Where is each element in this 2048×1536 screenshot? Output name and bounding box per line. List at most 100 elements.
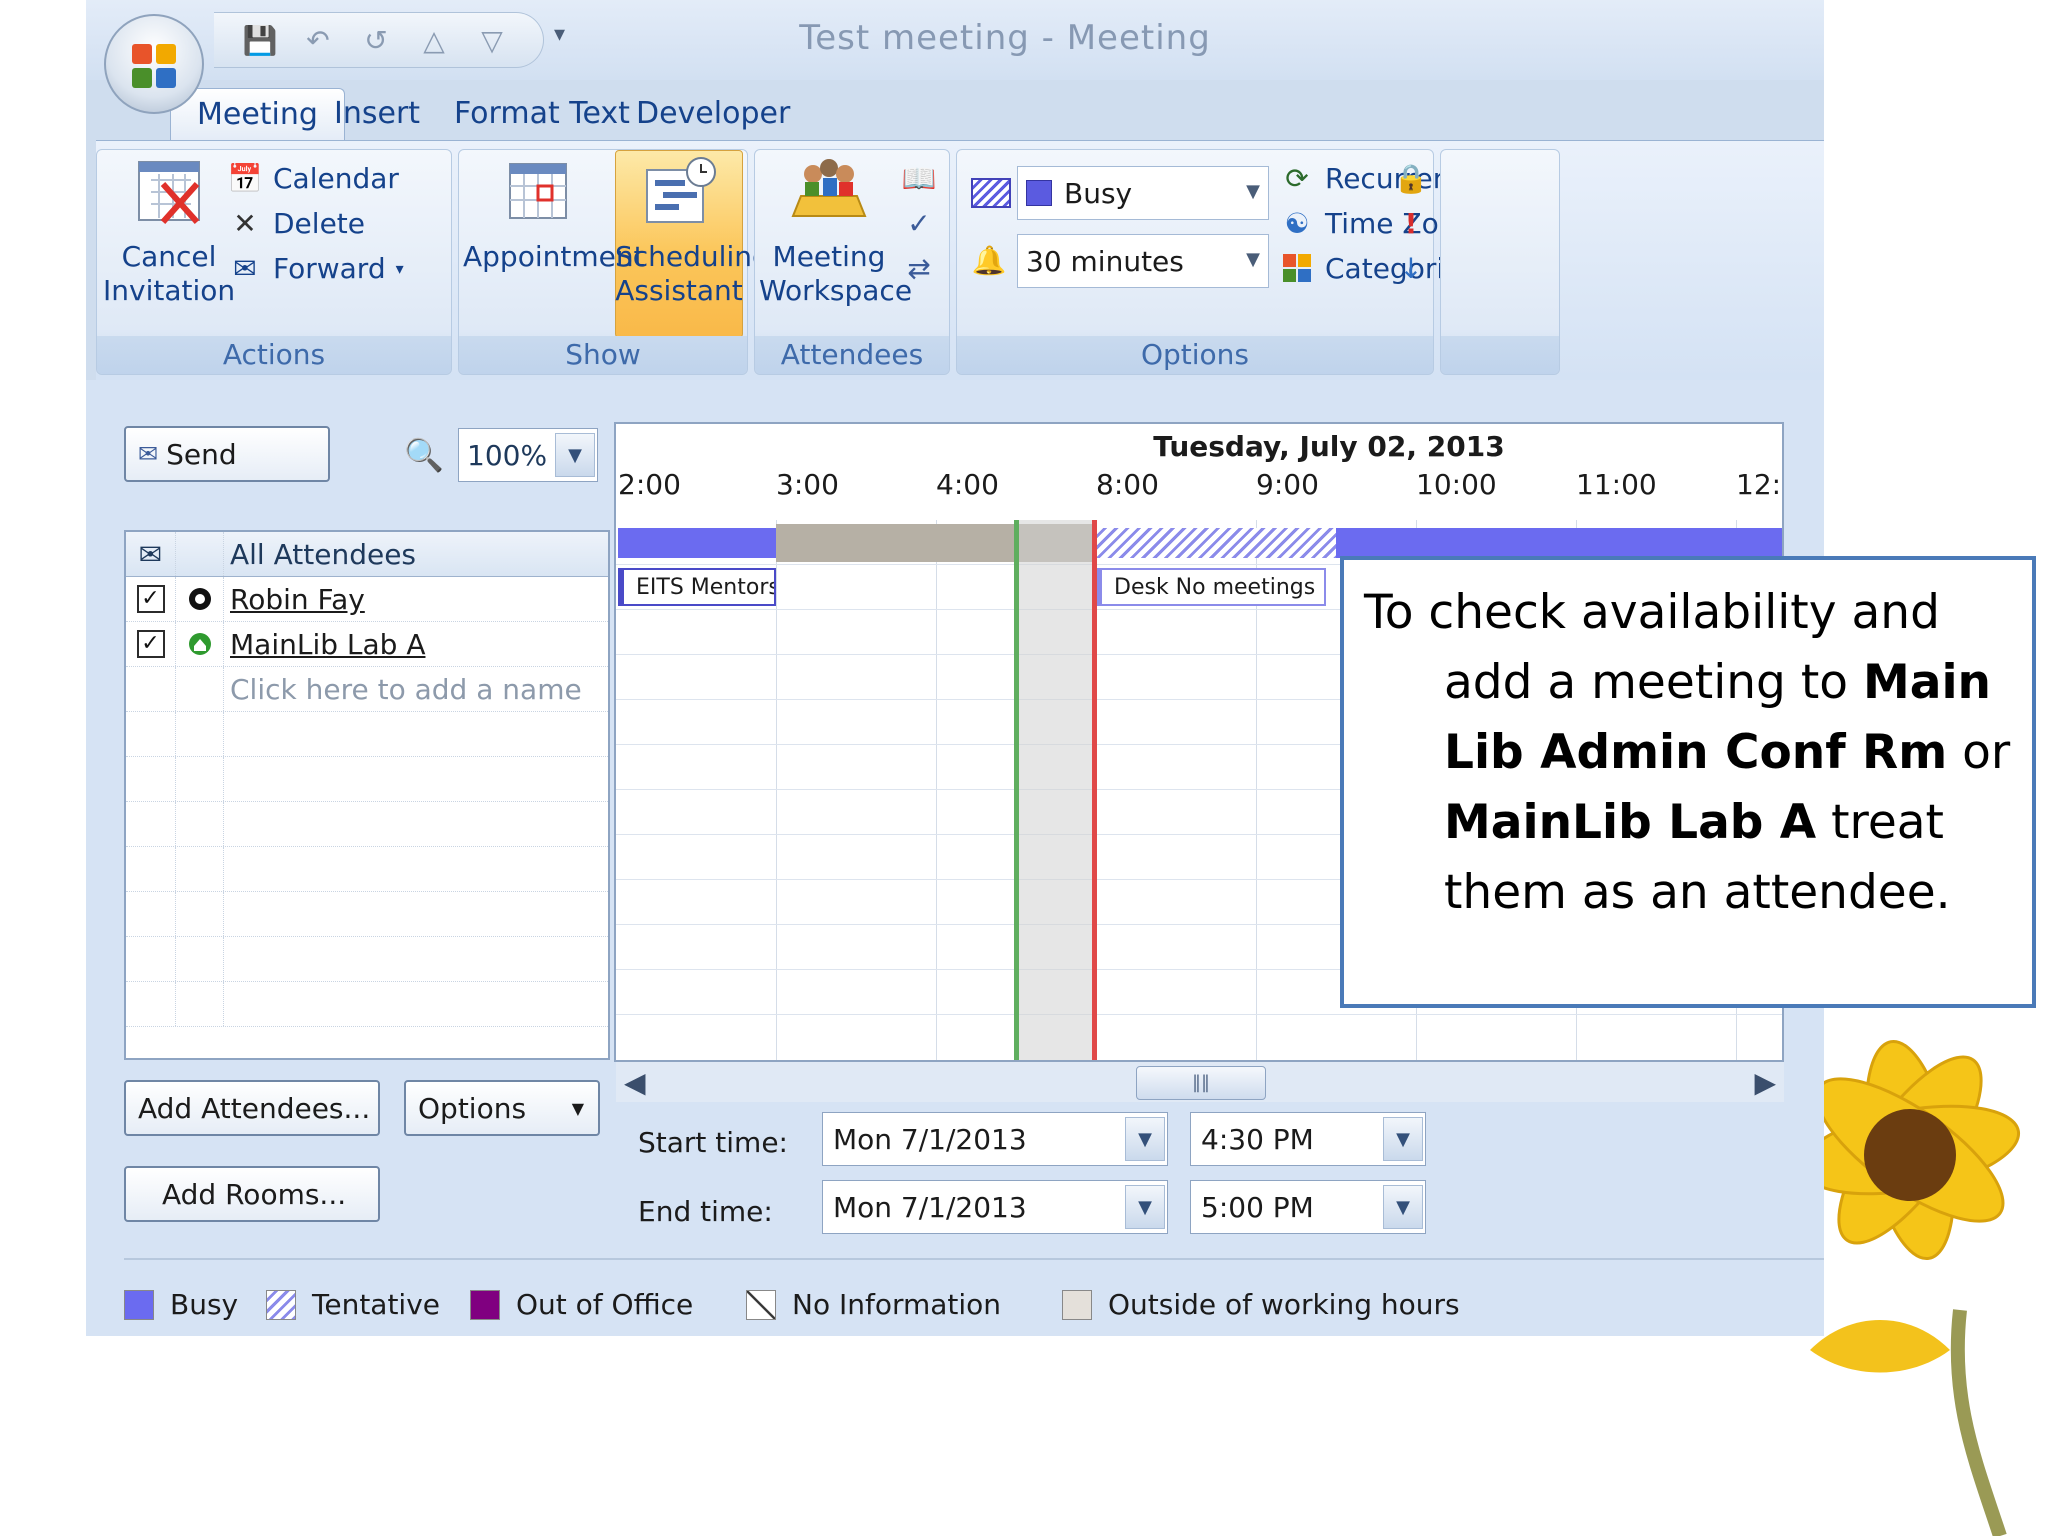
title-bar: 💾 ↶ ↺ △ ▽ ▾ Test meeting - Meeting bbox=[86, 0, 1824, 80]
resource-icon bbox=[176, 622, 224, 666]
chevron-down-icon: ▼ bbox=[571, 1098, 584, 1118]
callout-box: To check availability and add a meeting … bbox=[1340, 556, 2036, 1008]
chevron-down-icon[interactable]: ▼ bbox=[1383, 1117, 1423, 1161]
add-attendees-button[interactable]: Add Attendees... bbox=[124, 1080, 380, 1136]
row-line bbox=[616, 1014, 1782, 1015]
scroll-right-icon[interactable]: ▶ bbox=[1754, 1066, 1776, 1099]
check-names-icon[interactable]: ✓ bbox=[901, 205, 937, 241]
start-time-value: 4:30 PM bbox=[1201, 1122, 1314, 1156]
group-attendees: Meeting Workspace 📖 ✓ ⇄ Attendees bbox=[754, 149, 950, 375]
empty-row[interactable] bbox=[126, 892, 608, 937]
attendee-name[interactable]: Robin Fay bbox=[230, 583, 365, 616]
empty-row[interactable] bbox=[126, 802, 608, 847]
group-show: Appointment Scheduling Assistant Show bbox=[458, 149, 770, 375]
start-time-line[interactable] bbox=[1014, 520, 1019, 1060]
busy-swatch bbox=[1026, 180, 1052, 206]
globe-icon: ☯ bbox=[1284, 206, 1310, 240]
zoom-select[interactable]: 100% ▼ bbox=[458, 428, 598, 482]
status-column-header bbox=[176, 532, 224, 576]
meeting-workspace-button[interactable]: Meeting Workspace bbox=[759, 156, 912, 308]
attendee-header-row: ✉ All Attendees bbox=[126, 532, 608, 577]
start-date-field[interactable]: Mon 7/1/2013 ▼ bbox=[822, 1112, 1168, 1166]
ribbon-tabs: Meeting Insert Format Text Developer bbox=[86, 80, 1824, 140]
attendee-checkbox[interactable]: ✓ bbox=[136, 630, 165, 658]
chevron-down-icon[interactable]: ▼ bbox=[1125, 1185, 1165, 1229]
show-as-select[interactable]: Busy ▼ bbox=[1017, 166, 1269, 220]
recurrence-icon: ⟳ bbox=[1285, 161, 1309, 195]
high-importance-icon[interactable]: ! bbox=[1393, 205, 1429, 241]
empty-row[interactable] bbox=[126, 937, 608, 982]
scheduling-icon bbox=[646, 157, 716, 223]
tab-developer[interactable]: Developer bbox=[610, 88, 816, 140]
attendee-row[interactable]: ✓ MainLib Lab A bbox=[126, 622, 608, 667]
appointment-block[interactable]: Desk No meetings bbox=[1096, 568, 1326, 606]
zoom-icon: 🔍 bbox=[404, 436, 444, 474]
scroll-left-icon[interactable]: ◀ bbox=[624, 1066, 646, 1099]
tab-insert[interactable]: Insert bbox=[308, 88, 446, 140]
hour-label: 4:00 bbox=[936, 468, 999, 501]
out-of-office-swatch bbox=[470, 1289, 500, 1320]
legend-outside-label: Outside of working hours bbox=[1108, 1288, 1460, 1321]
office-button[interactable] bbox=[104, 14, 204, 114]
categorize-icon bbox=[1279, 250, 1315, 286]
start-time-field[interactable]: 4:30 PM ▼ bbox=[1190, 1112, 1426, 1166]
end-time-label: End time: bbox=[638, 1195, 773, 1228]
reminder-select[interactable]: 30 minutes ▼ bbox=[1017, 234, 1269, 288]
callout-text-1: To check availability and add a meeting … bbox=[1364, 585, 1940, 710]
chevron-down-icon[interactable]: ▼ bbox=[1383, 1185, 1423, 1229]
end-date-value: Mon 7/1/2013 bbox=[833, 1190, 1027, 1224]
add-rooms-button[interactable]: Add Rooms... bbox=[124, 1166, 380, 1222]
empty-row[interactable] bbox=[126, 712, 608, 757]
attendee-name[interactable]: MainLib Lab A bbox=[230, 628, 425, 661]
appointment-icon bbox=[509, 163, 567, 219]
delete-label: Delete bbox=[273, 206, 365, 240]
office-logo-icon bbox=[132, 44, 176, 88]
low-importance-icon[interactable]: ↓ bbox=[1393, 250, 1429, 286]
legend-no-info-label: No Information bbox=[792, 1288, 1002, 1321]
end-date-field[interactable]: Mon 7/1/2013 ▼ bbox=[822, 1180, 1168, 1234]
group-actions: Cancel Invitation 📅 Calendar ✕ Delete ✉ … bbox=[96, 149, 452, 375]
scheduling-assistant-button[interactable]: Scheduling Assistant bbox=[615, 156, 770, 308]
end-time-field[interactable]: 5:00 PM ▼ bbox=[1190, 1180, 1426, 1234]
delete-button[interactable]: ✕ Delete bbox=[227, 205, 365, 241]
appointment-button[interactable]: Appointment bbox=[463, 156, 645, 274]
hour-label: 2:00 bbox=[618, 468, 681, 501]
show-as-icon bbox=[971, 178, 1011, 208]
scroll-thumb[interactable]: ‖‖ bbox=[1136, 1066, 1266, 1100]
group-actions-label: Actions bbox=[97, 336, 451, 374]
legend-busy: Busy bbox=[124, 1288, 238, 1321]
horizontal-scrollbar[interactable]: ◀ ‖‖ ▶ bbox=[616, 1062, 1784, 1102]
calendar-icon: 📅 bbox=[227, 161, 263, 195]
attendee-row[interactable]: ✓ Robin Fay bbox=[126, 577, 608, 622]
add-name-row[interactable]: Click here to add a name bbox=[126, 667, 608, 712]
forward-button[interactable]: ✉ Forward ▾ bbox=[227, 250, 404, 286]
schedule-date: Tuesday, July 02, 2013 bbox=[1153, 430, 1505, 463]
add-name-placeholder[interactable]: Click here to add a name bbox=[230, 667, 608, 711]
calendar-button[interactable]: 📅 Calendar bbox=[227, 160, 399, 196]
empty-row[interactable] bbox=[126, 757, 608, 802]
hour-label: 9:00 bbox=[1256, 468, 1319, 501]
send-button[interactable]: ✉ Send bbox=[124, 426, 330, 482]
group-attendees-label: Attendees bbox=[755, 336, 949, 374]
outside-hours-swatch bbox=[1062, 1289, 1092, 1320]
cancel-invitation-button[interactable]: Cancel Invitation bbox=[103, 156, 235, 308]
required-attendee-icon bbox=[176, 577, 224, 621]
options-button[interactable]: Options ▼ bbox=[404, 1080, 600, 1136]
callout-text-2: or bbox=[1947, 725, 2011, 780]
empty-row[interactable] bbox=[126, 982, 608, 1027]
forward-label: Forward bbox=[273, 251, 386, 285]
start-date-value: Mon 7/1/2013 bbox=[833, 1122, 1027, 1156]
attendee-list: ✉ All Attendees ✓ Robin Fay ✓ MainLib La… bbox=[124, 530, 610, 1060]
appointment-block[interactable]: EITS Mentors bbox=[618, 568, 776, 606]
response-options-icon[interactable]: ⇄ bbox=[901, 250, 937, 286]
address-book-icon[interactable]: 📖 bbox=[901, 160, 937, 196]
private-lock-icon[interactable]: 🔒 bbox=[1393, 160, 1429, 196]
hour-label: 11:00 bbox=[1576, 468, 1657, 501]
end-time-line[interactable] bbox=[1092, 520, 1097, 1060]
busy-block bbox=[1336, 528, 1782, 558]
attendee-checkbox[interactable]: ✓ bbox=[136, 585, 165, 613]
chevron-down-icon[interactable]: ▼ bbox=[1125, 1117, 1165, 1161]
chevron-down-icon: ▾ bbox=[395, 258, 404, 278]
meeting-time-selection[interactable] bbox=[1016, 520, 1096, 1060]
empty-row[interactable] bbox=[126, 847, 608, 892]
